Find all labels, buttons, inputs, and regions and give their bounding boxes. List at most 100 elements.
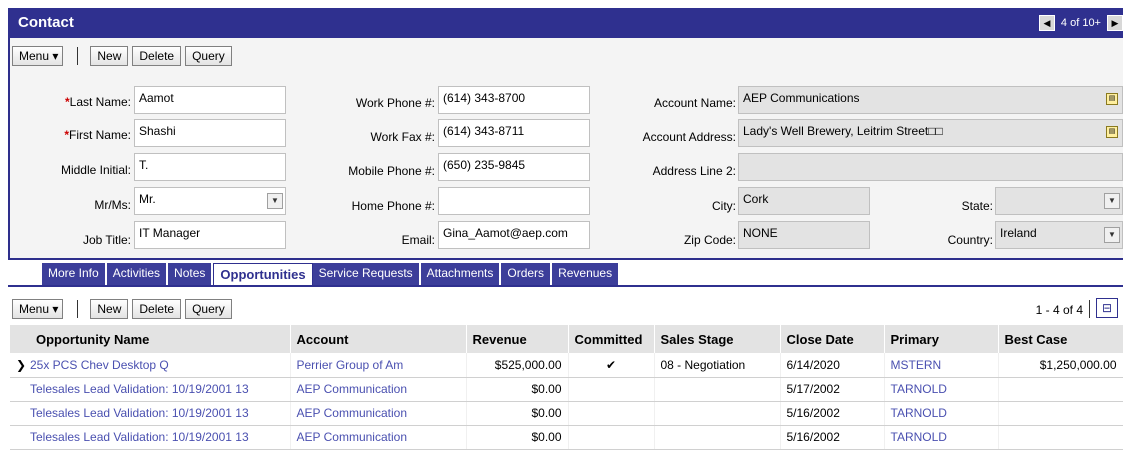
toolbar-separator [77, 300, 79, 318]
dropdown-arrow-icon[interactable]: ▼ [1104, 227, 1120, 243]
next-record-icon[interactable]: ▶ [1107, 15, 1123, 31]
cell-best-case [998, 377, 1123, 402]
account-name-field[interactable]: AEP Communications ▤ [738, 86, 1123, 114]
column-header-primary[interactable]: Primary [884, 325, 999, 353]
delete-button[interactable]: Delete [132, 46, 182, 66]
view-tabs: More Info Activities Notes Opportunities… [42, 263, 621, 286]
opportunities-toolbar: Menu ▾ New Delete Query [12, 299, 236, 319]
query-button[interactable]: Query [185, 46, 232, 66]
cell-primary[interactable]: MSTERN [884, 353, 999, 378]
work-phone-field[interactable]: (614) 343-8700 [438, 86, 590, 114]
cell-sales-stage [654, 377, 781, 402]
tab-service-requests[interactable]: Service Requests [312, 263, 421, 286]
cell-revenue: $0.00 [466, 401, 569, 426]
new-button[interactable]: New [90, 46, 129, 66]
table-row[interactable]: Telesales Lead Validation: 10/19/2001 13… [10, 401, 1123, 426]
list-view-icon[interactable]: ⊟ [1096, 298, 1118, 318]
previous-record-icon[interactable]: ◀ [1038, 15, 1055, 31]
record-count: 4 of 10+ [1060, 17, 1101, 29]
pick-applet-icon[interactable]: ▤ [1106, 93, 1118, 105]
tab-revenues[interactable]: Revenues [552, 263, 621, 286]
dropdown-arrow-icon[interactable]: ▼ [267, 193, 283, 209]
cell-opportunity-name[interactable]: ❯ 25x PCS Chev Desktop Q [10, 353, 291, 378]
table-row[interactable]: Telesales Lead Validation: 10/19/2001 13… [10, 425, 1123, 450]
menu-button[interactable]: Menu ▾ [12, 46, 64, 66]
cell-best-case [998, 401, 1123, 426]
account-address-field[interactable]: Lady's Well Brewery, Leitrim Street□□ ▤ [738, 119, 1123, 147]
list-new-button[interactable]: New [90, 299, 129, 319]
mr-ms-label: Mr/Ms: [94, 198, 131, 212]
tab-orders[interactable]: Orders [501, 263, 553, 286]
account-name-label: Account Name: [653, 96, 736, 110]
column-header-revenue[interactable]: Revenue [466, 325, 569, 353]
middle-initial-field[interactable]: T. [134, 153, 286, 181]
table-row[interactable]: Telesales Lead Validation: 10/19/2001 13… [10, 377, 1123, 402]
table-row[interactable]: ❯ 25x PCS Chev Desktop Q Perrier Group of… [10, 353, 1123, 378]
cell-committed [568, 425, 655, 450]
contact-toolbar: Menu ▾ New Delete Query [12, 46, 236, 66]
first-name-label: *First Name: [64, 128, 131, 142]
cell-primary[interactable]: TARNOLD [884, 377, 999, 402]
column-header-opportunity-name[interactable]: Opportunity Name [10, 325, 291, 353]
column-header-best-case[interactable]: Best Case [998, 325, 1123, 353]
cell-committed [568, 377, 655, 402]
toolbar-separator [77, 47, 79, 65]
work-phone-label: Work Phone #: [355, 96, 435, 110]
job-title-field[interactable]: IT Manager [134, 221, 286, 249]
cell-account[interactable]: Perrier Group of Am [290, 353, 467, 378]
record-navigator: ◀ 4 of 10+ ▶ [1038, 14, 1123, 32]
account-address-label: Account Address: [642, 130, 736, 144]
cell-opportunity-name[interactable]: Telesales Lead Validation: 10/19/2001 13 [10, 401, 291, 426]
column-header-close-date[interactable]: Close Date [780, 325, 885, 353]
city-field[interactable]: Cork [738, 187, 870, 215]
cell-account[interactable]: AEP Communication [290, 425, 467, 450]
zip-code-label: Zip Code: [683, 233, 736, 247]
column-header-sales-stage[interactable]: Sales Stage [654, 325, 781, 353]
toolbar-separator [1089, 300, 1090, 318]
home-phone-field[interactable] [438, 187, 590, 215]
last-name-field[interactable]: Aamot [134, 86, 286, 114]
list-menu-button[interactable]: Menu ▾ [12, 299, 64, 319]
list-query-button[interactable]: Query [185, 299, 232, 319]
column-header-account[interactable]: Account [290, 325, 467, 353]
email-field[interactable]: Gina_Aamot@aep.com [438, 221, 590, 249]
tab-underline [8, 285, 1123, 287]
mobile-phone-field[interactable]: (650) 235-9845 [438, 153, 590, 181]
work-fax-field[interactable]: (614) 343-8711 [438, 119, 590, 147]
tab-activities[interactable]: Activities [106, 263, 169, 286]
cell-primary[interactable]: TARNOLD [884, 425, 999, 450]
tab-more-info[interactable]: More Info [42, 263, 107, 286]
tab-opportunities[interactable]: Opportunities [213, 263, 313, 286]
cell-close-date: 5/17/2002 [780, 377, 885, 402]
address-line2-label: Address Line 2: [652, 164, 736, 178]
zip-code-field[interactable]: NONE [738, 221, 870, 249]
tab-notes[interactable]: Notes [168, 263, 214, 286]
cell-primary[interactable]: TARNOLD [884, 401, 999, 426]
cell-account[interactable]: AEP Communication [290, 401, 467, 426]
tab-attachments[interactable]: Attachments [420, 263, 502, 286]
last-name-label: *Last Name: [64, 95, 131, 109]
state-label: State: [961, 199, 993, 213]
cell-opportunity-name[interactable]: Telesales Lead Validation: 10/19/2001 13 [10, 377, 291, 402]
dropdown-arrow-icon[interactable]: ▼ [1104, 193, 1120, 209]
first-name-field[interactable]: Shashi [134, 119, 286, 147]
city-label: City: [712, 199, 736, 213]
email-label: Email: [401, 233, 435, 247]
cell-sales-stage: 08 - Negotiation [654, 353, 781, 378]
country-select[interactable]: Ireland ▼ [995, 221, 1123, 249]
middle-initial-label: Middle Initial: [60, 163, 131, 177]
mr-ms-select[interactable]: Mr. ▼ [134, 187, 286, 215]
applet-title: Contact [18, 14, 74, 31]
state-select[interactable]: ▼ [995, 187, 1123, 215]
cell-best-case: $1,250,000.00 [998, 353, 1123, 378]
cell-best-case [998, 425, 1123, 450]
address-line2-field[interactable] [738, 153, 1123, 181]
column-header-committed[interactable]: Committed [568, 325, 655, 353]
cell-account[interactable]: AEP Communication [290, 377, 467, 402]
row-selector-icon: ❯ [16, 357, 27, 372]
list-delete-button[interactable]: Delete [132, 299, 182, 319]
pick-applet-icon[interactable]: ▤ [1106, 126, 1118, 138]
cell-opportunity-name[interactable]: Telesales Lead Validation: 10/19/2001 13 [10, 425, 291, 450]
cell-revenue: $0.00 [466, 425, 569, 450]
list-record-count: 1 - 4 of 4 [1035, 303, 1083, 317]
